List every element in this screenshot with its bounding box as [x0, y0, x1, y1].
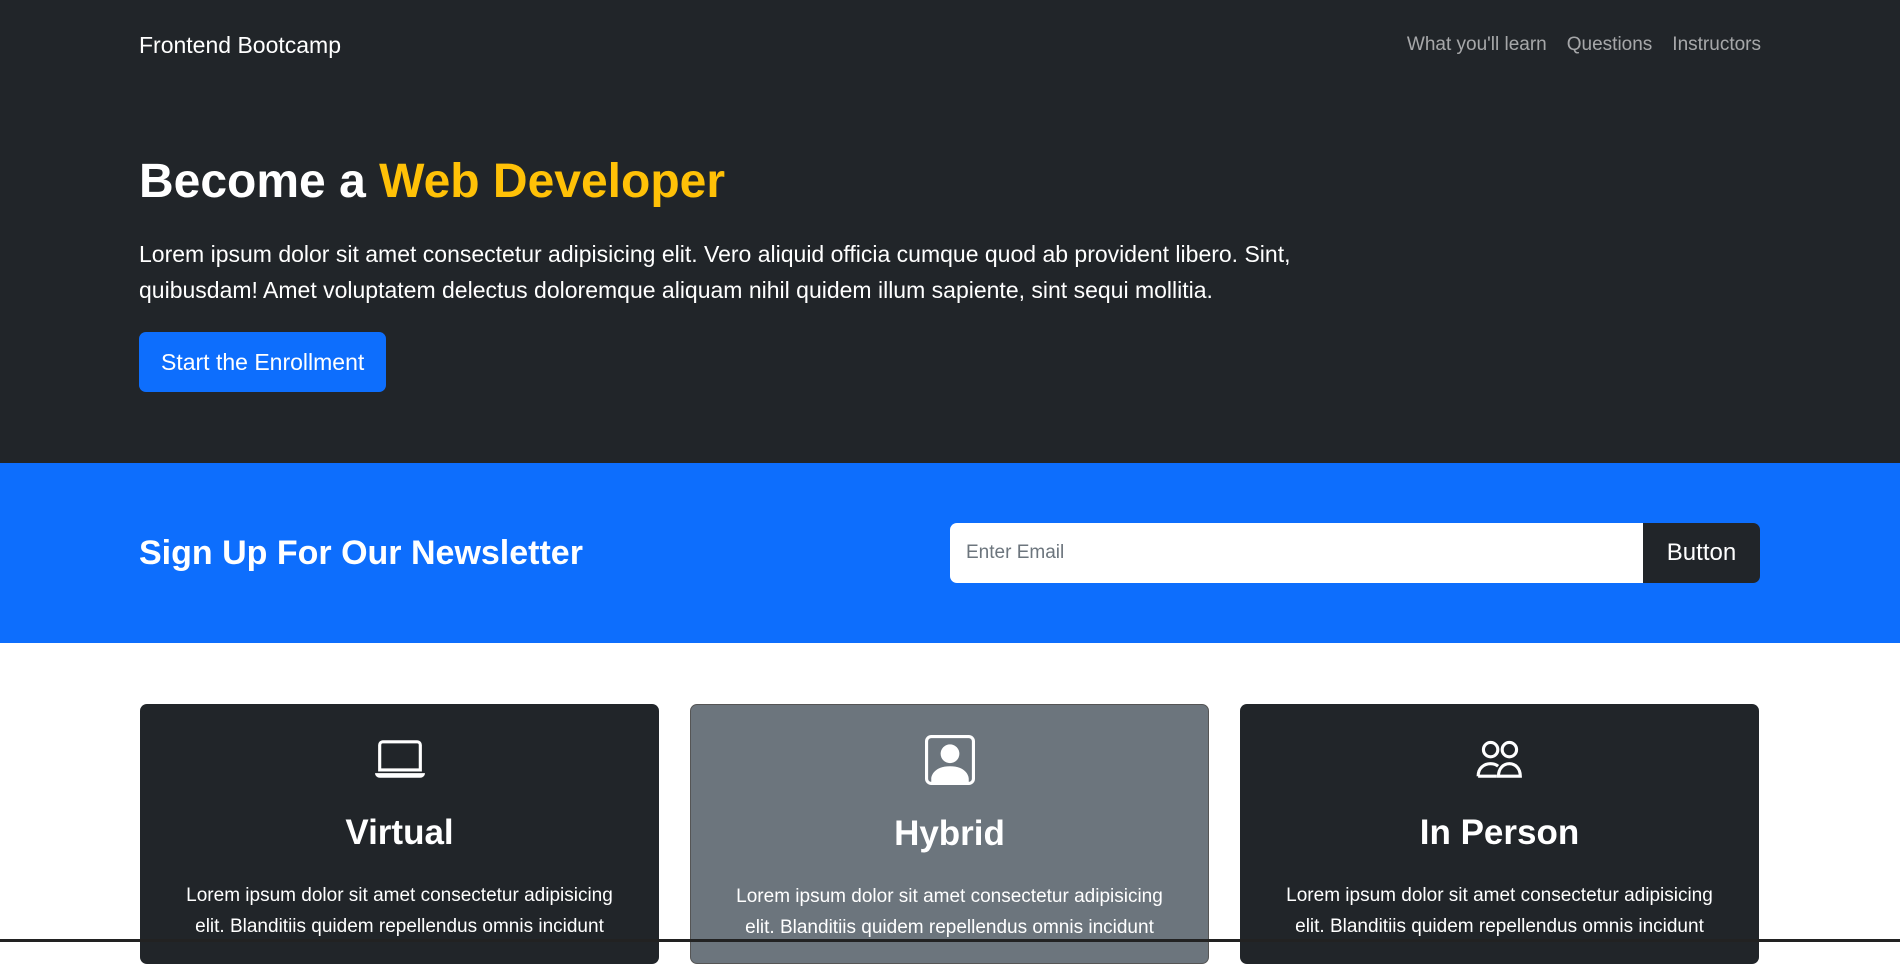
card-virtual: Virtual Lorem ipsum dolor sit amet conse… — [140, 704, 659, 964]
people-icon — [1475, 734, 1525, 784]
nav-link-questions[interactable]: Questions — [1567, 34, 1653, 56]
email-input[interactable] — [950, 523, 1643, 583]
laptop-icon — [375, 734, 425, 784]
card-title: In Person — [1240, 811, 1759, 855]
navbar-brand[interactable]: Frontend Bootcamp — [139, 32, 341, 59]
navbar: Frontend Bootcamp What you'll learn Ques… — [139, 0, 1761, 90]
newsletter-section: Sign Up For Our Newsletter Button — [0, 463, 1900, 643]
card-text: Lorem ipsum dolor sit amet consectetur a… — [174, 880, 625, 942]
newsletter-title: Sign Up For Our Newsletter — [139, 463, 583, 643]
person-square-icon — [925, 735, 975, 785]
newsletter-submit-button[interactable]: Button — [1643, 523, 1760, 583]
hero-lead: Lorem ipsum dolor sit amet consectetur a… — [139, 236, 1379, 308]
nav-link-instructors[interactable]: Instructors — [1672, 34, 1761, 56]
card-hybrid: Hybrid Lorem ipsum dolor sit amet consec… — [690, 704, 1209, 964]
newsletter-form: Button — [950, 523, 1760, 583]
card-title: Virtual — [140, 811, 659, 855]
card-text: Lorem ipsum dolor sit amet consectetur a… — [1274, 880, 1725, 942]
nav-link-learn[interactable]: What you'll learn — [1407, 34, 1547, 56]
card-title: Hybrid — [691, 812, 1208, 856]
hero-title-accent: Web Developer — [379, 155, 725, 208]
card-in-person: In Person Lorem ipsum dolor sit amet con… — [1240, 704, 1759, 964]
cards-row: Virtual Lorem ipsum dolor sit amet conse… — [140, 704, 1759, 964]
card-text: Lorem ipsum dolor sit amet consectetur a… — [725, 881, 1174, 943]
hero-title-prefix: Become a — [139, 155, 379, 208]
start-enrollment-button[interactable]: Start the Enrollment — [139, 332, 386, 392]
hero-section: Frontend Bootcamp What you'll learn Ques… — [0, 0, 1900, 463]
hero-title: Become a Web Developer — [139, 150, 1379, 214]
